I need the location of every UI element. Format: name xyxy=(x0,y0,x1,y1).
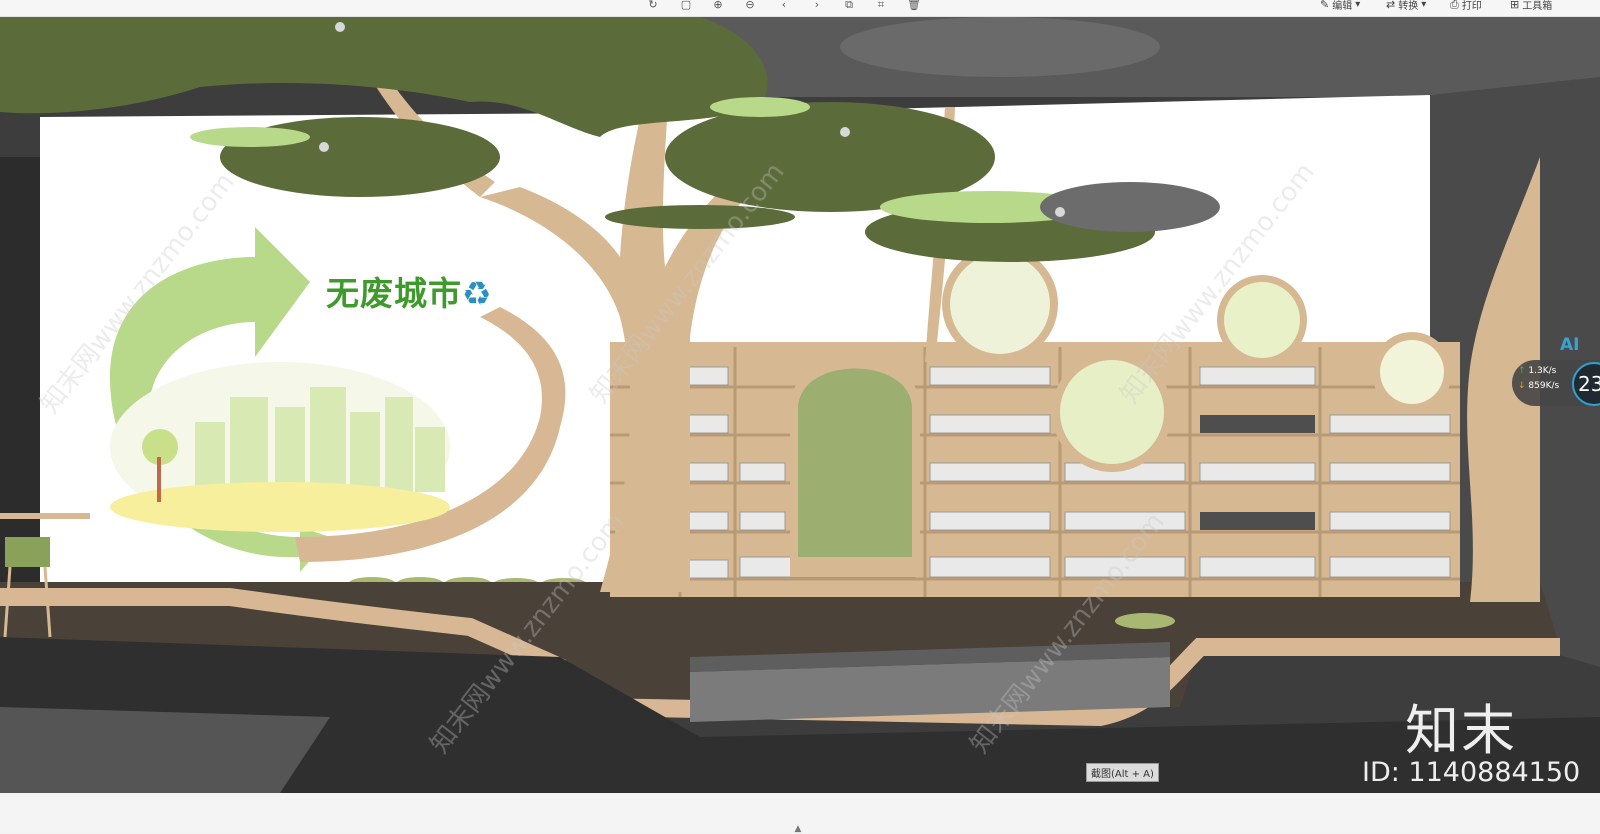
watermark-logo: 知末 xyxy=(1405,699,1517,762)
print-icon: ⎙ xyxy=(1450,0,1459,11)
print-button[interactable]: ⎙ 打印 xyxy=(1450,0,1482,12)
convert-icon: ⇄ xyxy=(1386,0,1396,11)
zoom-in-icon[interactable]: ⊕ xyxy=(711,0,725,12)
fit-icon[interactable]: ▢ xyxy=(679,0,693,12)
recycle-icon: ♻ xyxy=(462,274,493,313)
toolbox-button[interactable]: ⊞ 工具箱 xyxy=(1510,0,1552,12)
image-viewer-toolbar: ↻ ▢ ⊕ ⊖ ‹ › ⧉ ⌗ 🗑 ✎ 编辑 ▾ ⇄ 转换 ▾ ⎙ 打印 ⊞ 工… xyxy=(0,0,1600,17)
watermark-id: ID: 1140884150 xyxy=(1362,757,1581,788)
download-speed: ↓ 859K/s xyxy=(1518,381,1559,391)
convert-menu[interactable]: ⇄ 转换 ▾ xyxy=(1386,0,1426,12)
copy-icon[interactable]: ⧉ xyxy=(842,0,856,12)
image-canvas: 无废城市♻ 知末网www.znzmo.com 知末网www.znzmo.com … xyxy=(0,17,1600,793)
upload-speed: ↑ 1.3K/s xyxy=(1518,366,1556,376)
screenshot-tooltip: 截图(Alt + A) xyxy=(1086,763,1159,782)
delete-icon[interactable]: 🗑 xyxy=(907,0,921,12)
arrow-down-icon: ↓ xyxy=(1518,381,1526,391)
ai-label: AI xyxy=(1560,335,1580,355)
chevron-down-icon: ▾ xyxy=(1355,0,1361,10)
arch-chalkboard xyxy=(798,368,912,557)
toolbox-label: 工具箱 xyxy=(1522,1,1553,12)
toolbox-icon: ⊞ xyxy=(1510,0,1520,11)
wall-title-text: 无废城市 xyxy=(326,274,462,313)
next-icon[interactable]: › xyxy=(810,0,824,12)
arrow-up-icon: ↑ xyxy=(1518,366,1526,376)
rotate-icon[interactable]: ↻ xyxy=(646,0,660,12)
crop-icon[interactable]: ⌗ xyxy=(874,0,888,12)
upload-value: 1.3K/s xyxy=(1528,366,1557,376)
convert-label: 转换 xyxy=(1398,1,1419,12)
edit-icon: ✎ xyxy=(1320,0,1330,11)
print-label: 打印 xyxy=(1461,1,1482,12)
prev-icon[interactable]: ‹ xyxy=(777,0,791,12)
scene-illustration xyxy=(0,17,1600,793)
edit-label: 编辑 xyxy=(1332,1,1353,12)
chevron-down-icon: ▾ xyxy=(1421,0,1427,10)
expand-up-icon[interactable]: ▲ xyxy=(793,825,803,834)
zoom-out-icon[interactable]: ⊖ xyxy=(743,0,757,12)
download-value: 859K/s xyxy=(1528,381,1560,391)
edit-menu[interactable]: ✎ 编辑 ▾ xyxy=(1320,0,1360,12)
wall-title: 无废城市♻ xyxy=(326,267,493,315)
